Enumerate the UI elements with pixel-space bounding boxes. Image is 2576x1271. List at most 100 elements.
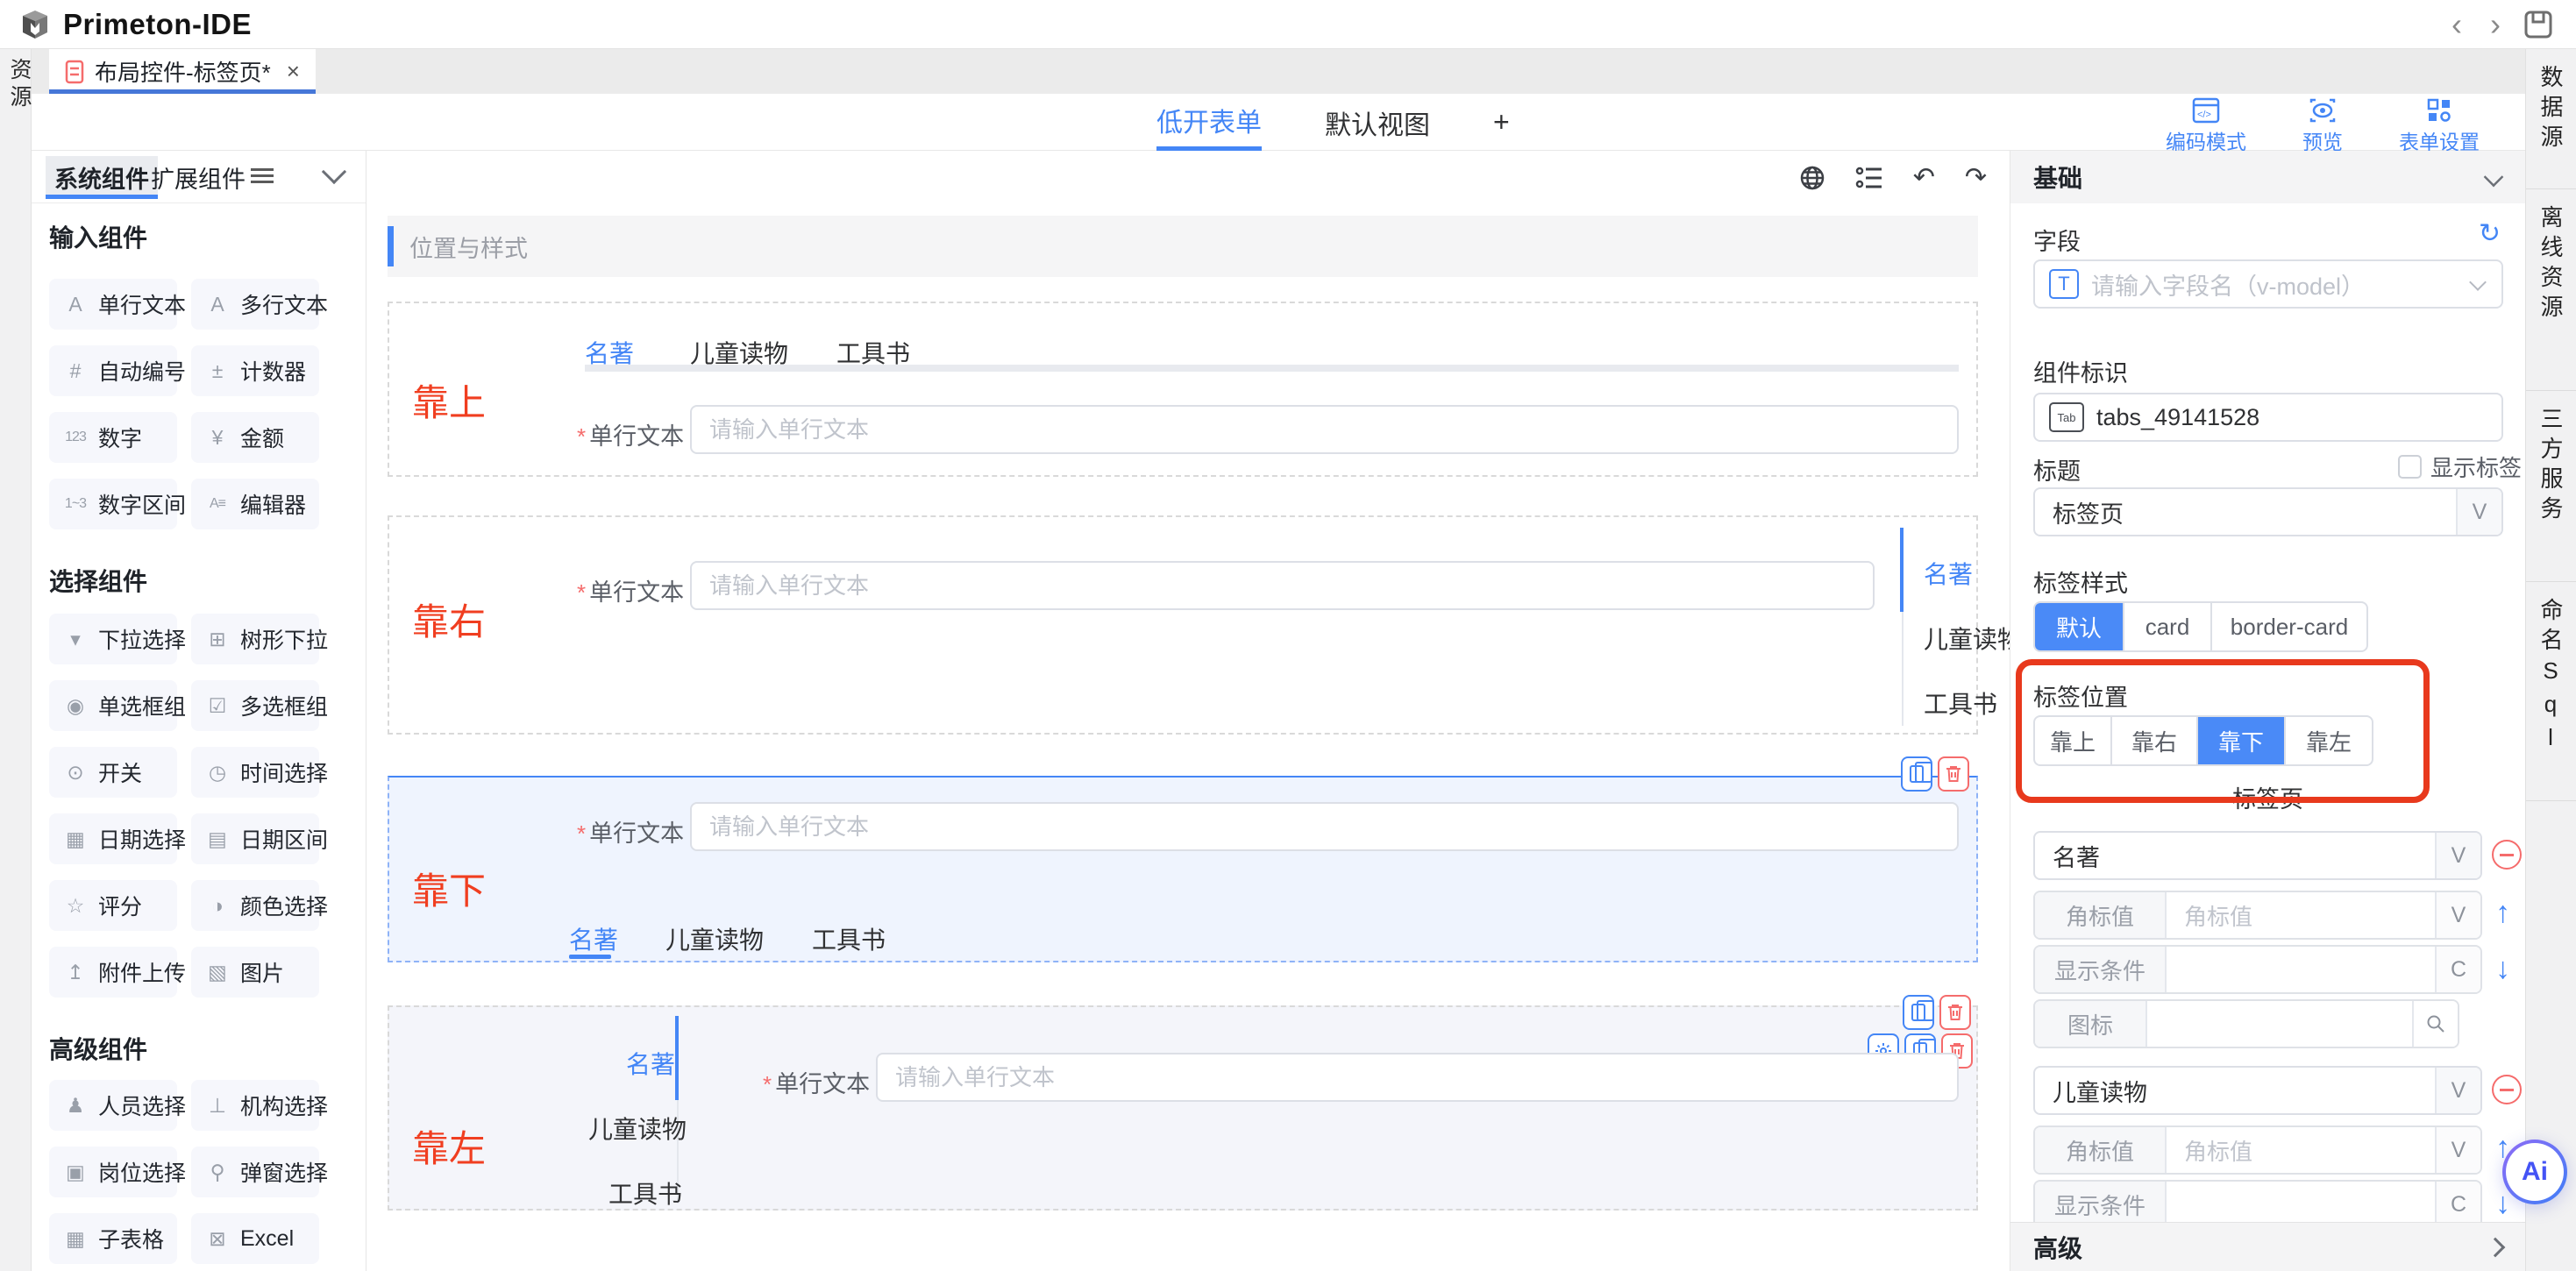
tab-position-right[interactable]: 靠右 [2112,717,2198,764]
copy-icon[interactable] [1901,756,1932,792]
rail-third-party-services[interactable]: 三方服务 [2526,391,2576,582]
palette-item-excel[interactable]: ⊠Excel [191,1213,319,1264]
palette-item-single-line-text[interactable]: A单行文本 [49,279,177,330]
palette-item-number[interactable]: 123数字 [49,412,177,463]
form-settings-button[interactable]: 表单设置 [2399,97,2480,155]
single-line-text-input[interactable] [690,561,1875,610]
move-down-icon[interactable]: ↓ [2495,954,2510,983]
palette-item-auto-number[interactable]: #自动编号 [49,345,177,396]
tab-style-card[interactable]: card [2124,603,2212,650]
display-condition-row[interactable]: 显示条件 C [2033,945,2482,994]
copy-icon[interactable] [1903,995,1934,1030]
nav-back-icon[interactable]: ‹ [2437,6,2476,43]
palette-item-person-select[interactable]: ♟人员选择 [49,1080,177,1131]
show-label-checkbox[interactable] [2398,455,2422,479]
palette-item-org-select[interactable]: ⊥机构选择 [191,1080,319,1131]
palette-item-time-picker[interactable]: ◷时间选择 [191,747,319,798]
palette-item-dropdown-select[interactable]: ▾下拉选择 [49,614,177,664]
variable-toggle[interactable]: V [2435,1127,2480,1173]
rail-offline-resources[interactable]: 离线资源 [2526,189,2576,391]
palette-item-multi-line-text[interactable]: A多行文本 [191,279,319,330]
palette-item-counter[interactable]: ±计数器 [191,345,319,396]
remove-tab-icon[interactable] [2492,840,2522,870]
tabs-demo-bottom-selected[interactable]: *单行文本 靠下 名著 儿童读物 工具书 [388,776,1978,962]
palette-item-switch[interactable]: ⊙开关 [49,747,177,798]
text-input[interactable] [692,416,1957,444]
code-mode-button[interactable]: </> 编码模式 [2166,97,2246,155]
delete-icon[interactable] [1939,995,1971,1030]
canvas-tab-gongjushu[interactable]: 工具书 [812,921,886,956]
move-down-icon[interactable]: ↓ [2495,1189,2510,1218]
title-input[interactable]: 标签页 V [2033,487,2503,536]
search-icon[interactable] [2412,1001,2458,1047]
variable-toggle[interactable]: V [2456,489,2501,535]
palette-item-radio-group[interactable]: ◉单选框组 [49,680,177,731]
canvas-tab-ertongduwu[interactable]: 儿童读物 [1924,621,2010,656]
code-toggle[interactable]: C [2435,1182,2480,1227]
undo-icon[interactable]: ↶ [1913,165,1935,191]
icon-row[interactable]: 图标 [2033,999,2459,1048]
canvas-tab-gongjushu[interactable]: 工具书 [1924,685,1997,721]
single-line-text-input[interactable] [876,1053,1959,1102]
palette-item-date-range[interactable]: ▤日期区间 [191,813,319,864]
badge-value-row[interactable]: 角标值 角标值 V [2033,1125,2482,1175]
list-view-icon[interactable] [251,167,274,186]
canvas-tab-ertongduwu[interactable]: 儿童读物 [588,1111,687,1146]
rail-datasource[interactable]: 数据源 [2526,49,2576,189]
rail-resources[interactable]: 资源 [4,58,35,112]
refresh-icon[interactable]: ↻ [2479,221,2501,247]
tab-default-view[interactable]: 默认视图 [1325,94,1430,151]
palette-item-post-select[interactable]: ▣岗位选择 [49,1147,177,1197]
badge-value-row[interactable]: 角标值 角标值 V [2033,891,2482,940]
tab-extension-components[interactable]: 扩展组件 [142,156,254,199]
tabs-demo-left[interactable]: 名著 儿童读物 工具书 靠左 *单行文本 [388,1005,1978,1211]
palette-item-amount[interactable]: ¥金额 [191,412,319,463]
palette-item-editor[interactable]: A≡编辑器 [191,479,319,529]
tab-low-code-form[interactable]: 低开表单 [1156,94,1262,151]
tab-style-default[interactable]: 默认 [2035,603,2124,650]
variable-toggle[interactable]: V [2435,892,2480,938]
canvas-tab-gongjushu[interactable]: 工具书 [608,1175,682,1211]
palette-item-number-range[interactable]: 1~3数字区间 [49,479,177,529]
close-icon[interactable]: × [287,58,300,85]
chevron-down-icon[interactable] [2484,167,2504,188]
delete-icon[interactable] [1938,756,1969,792]
variable-toggle[interactable]: V [2435,1068,2480,1113]
move-up-icon[interactable]: ↑ [2495,898,2510,927]
single-line-text-input[interactable] [690,405,1959,454]
tab-item-name-input[interactable]: 名著 V [2033,831,2482,880]
group-header[interactable]: 位置与样式 [388,216,1978,277]
redo-icon[interactable]: ↷ [1965,165,1987,191]
outline-tree-icon[interactable] [1855,165,1883,191]
preview-button[interactable]: 预览 [2302,97,2343,155]
single-line-text-input[interactable] [690,802,1959,851]
text-input[interactable] [692,572,1873,600]
globe-icon[interactable] [1799,165,1825,191]
palette-item-tree-dropdown[interactable]: ⊞树形下拉 [191,614,319,664]
tab-style-border-card[interactable]: border-card [2212,603,2366,650]
field-select[interactable]: T 请输入字段名（v-model） [2033,259,2503,309]
palette-item-dialog-select[interactable]: ⚲弹窗选择 [191,1147,319,1197]
text-input[interactable] [692,813,1957,841]
nav-forward-icon[interactable]: › [2476,6,2515,43]
component-id-input[interactable]: Tab tabs_49141528 [2033,393,2503,442]
document-tab[interactable]: 布局控件-标签页* × [49,49,316,94]
canvas-tab-mingzhu[interactable]: 名著 [1924,556,1973,591]
remove-tab-icon[interactable] [2492,1075,2522,1104]
palette-item-sub-table[interactable]: ▦子表格 [49,1213,177,1264]
palette-item-image[interactable]: ▧图片 [191,947,319,998]
tabs-demo-right[interactable]: *单行文本 名著 儿童读物 工具书 靠右 [388,515,1978,735]
tab-position-left[interactable]: 靠左 [2286,717,2372,764]
canvas-tab-mingzhu[interactable]: 名著 [626,1046,675,1081]
save-icon[interactable] [2523,10,2553,39]
tabs-demo-top[interactable]: 名著 儿童读物 工具书 靠上 *单行文本 [388,302,1978,477]
ai-assistant-button[interactable]: Ai [2502,1140,2567,1204]
canvas-tab-ertongduwu[interactable]: 儿童读物 [665,921,764,956]
palette-item-checkbox-group[interactable]: ☑多选框组 [191,680,319,731]
rail-named-sql[interactable]: 命名Sql [2526,582,2576,801]
advanced-section-header[interactable]: 高级 [2010,1222,2525,1271]
palette-item-color-picker[interactable]: ◑颜色选择 [191,880,319,931]
inspector-header[interactable]: 基础 [2010,151,2525,203]
tab-item-name-input[interactable]: 儿童读物 V [2033,1066,2482,1115]
palette-item-date-picker[interactable]: ▦日期选择 [49,813,177,864]
